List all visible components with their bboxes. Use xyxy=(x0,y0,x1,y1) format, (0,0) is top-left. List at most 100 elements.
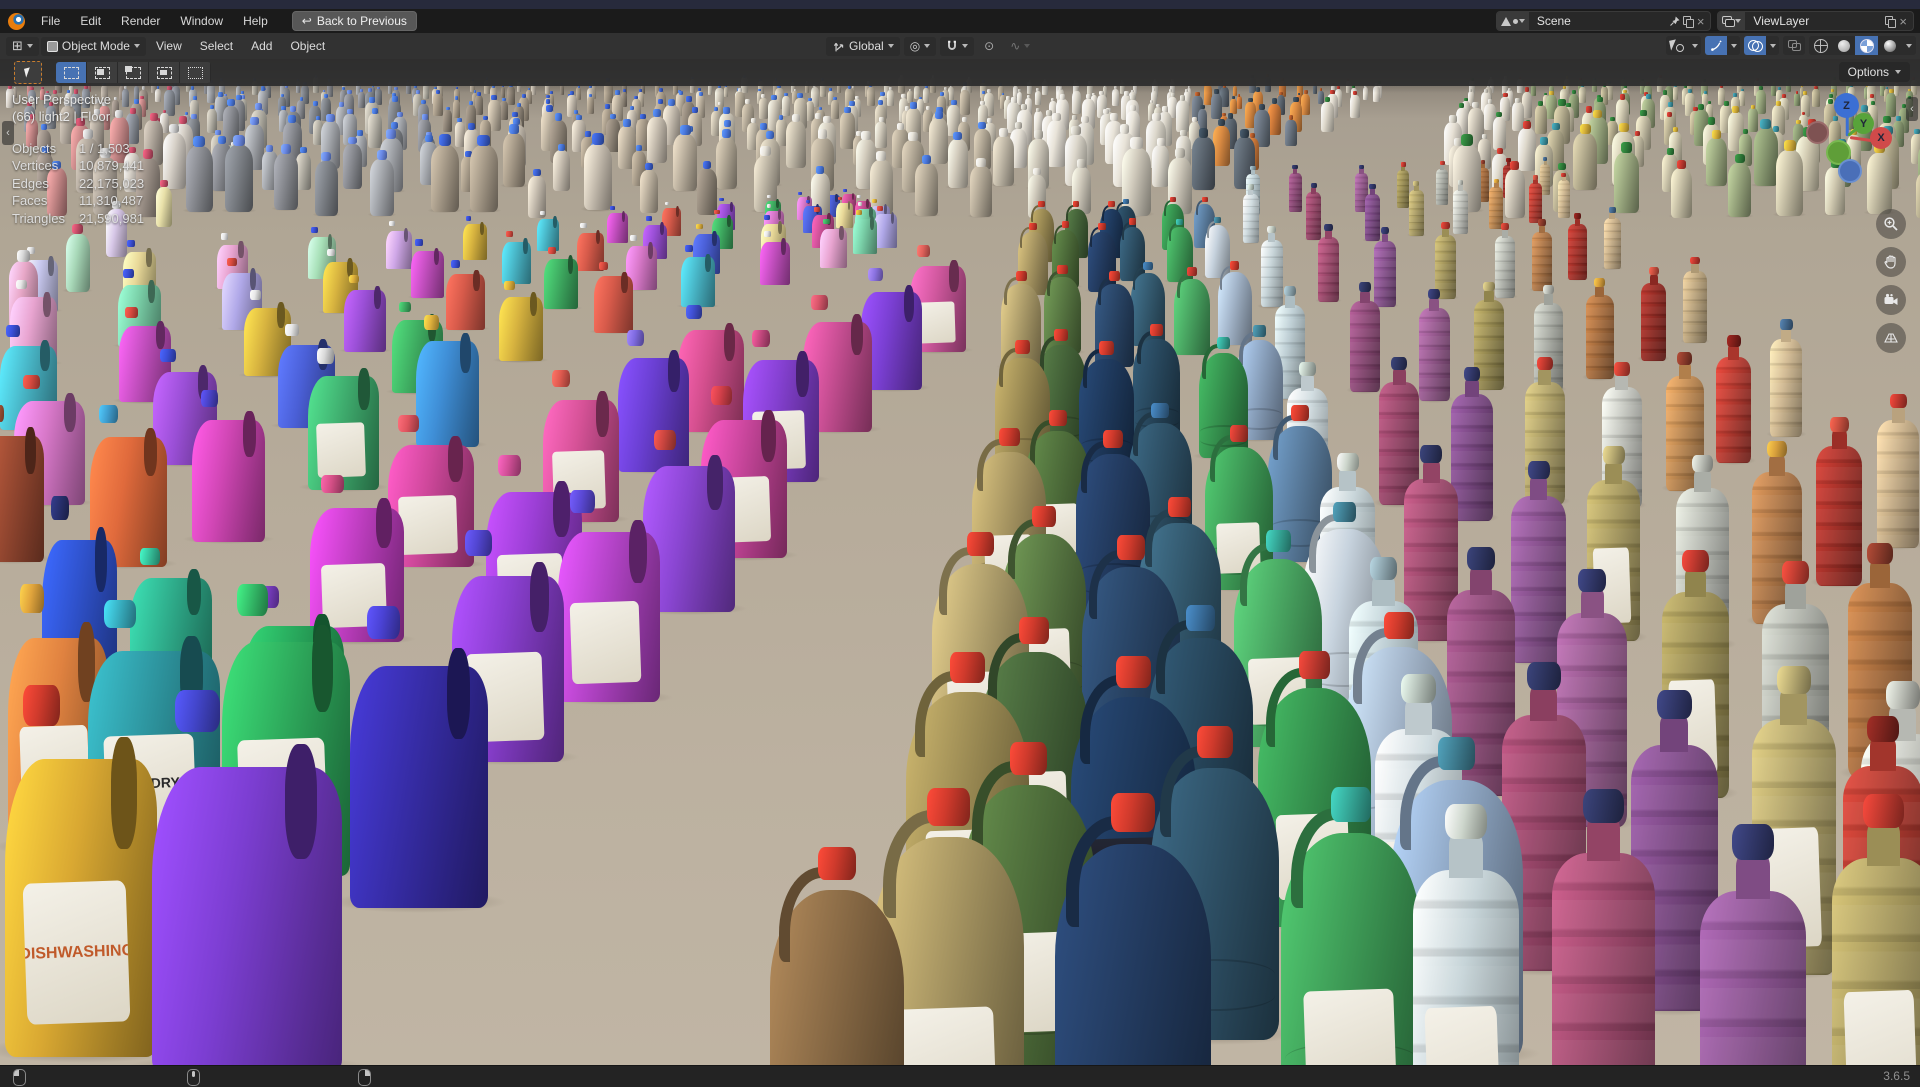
bottle[interactable] xyxy=(463,216,487,260)
bottle[interactable] xyxy=(315,152,338,216)
bottle[interactable] xyxy=(1419,288,1450,401)
bottle[interactable] xyxy=(1877,392,1919,548)
bottle[interactable] xyxy=(915,155,937,217)
bottle[interactable] xyxy=(343,137,362,189)
bottle[interactable]: DISHWASHING xyxy=(5,685,157,1057)
bottle[interactable] xyxy=(501,86,506,99)
bottle[interactable] xyxy=(1112,86,1119,106)
bottle[interactable] xyxy=(1532,219,1551,291)
bottle[interactable] xyxy=(1728,154,1751,218)
xray-toggle[interactable] xyxy=(1783,36,1805,55)
snap-toggle[interactable] xyxy=(940,37,974,56)
bottle[interactable] xyxy=(1552,785,1655,1065)
bottle[interactable] xyxy=(853,210,877,254)
bottle[interactable] xyxy=(1493,112,1507,150)
menu-add[interactable]: Add xyxy=(243,39,280,53)
bottle[interactable] xyxy=(874,206,897,248)
editor-type-button[interactable]: ⊞ xyxy=(6,37,39,56)
bottle[interactable] xyxy=(948,132,968,188)
bottle[interactable] xyxy=(640,163,658,213)
bottle[interactable] xyxy=(923,86,929,103)
bottle[interactable] xyxy=(431,134,459,212)
copy-icon[interactable] xyxy=(1885,16,1895,27)
bottle[interactable] xyxy=(1318,223,1339,302)
select-box-intersect-button[interactable] xyxy=(180,62,211,83)
bottle[interactable] xyxy=(433,90,442,116)
bottle[interactable] xyxy=(576,85,581,99)
gizmos-toggle[interactable] xyxy=(1705,36,1727,55)
viewport-scene[interactable]: LaundryLAVIDRYDISHWASHINGHD 10WDISHWASHI… xyxy=(0,59,1920,1065)
viewlayer-browse-button[interactable] xyxy=(1718,12,1745,30)
gizmo-axis-z-neg[interactable] xyxy=(1838,159,1862,183)
bottle[interactable] xyxy=(1535,101,1547,134)
gizmos-chevron[interactable] xyxy=(1727,36,1740,55)
bottle[interactable] xyxy=(1237,94,1242,109)
bottle[interactable] xyxy=(386,221,412,269)
bottle[interactable] xyxy=(1568,212,1586,279)
bottle[interactable] xyxy=(770,840,904,1065)
select-box-subtract-button[interactable] xyxy=(118,62,149,83)
navigation-gizmo[interactable]: Z Y X xyxy=(1800,85,1896,195)
bottle[interactable] xyxy=(1558,172,1570,218)
menu-object[interactable]: Object xyxy=(282,39,333,53)
bottle[interactable] xyxy=(716,129,738,189)
bottle[interactable] xyxy=(1706,130,1726,186)
shading-solid-button[interactable] xyxy=(1832,36,1855,55)
bottle[interactable] xyxy=(225,135,253,212)
bottle[interactable] xyxy=(1409,180,1424,236)
bottle[interactable] xyxy=(1794,91,1799,106)
close-icon[interactable]: × xyxy=(1695,14,1707,29)
bottle[interactable] xyxy=(192,390,265,542)
bottle[interactable] xyxy=(0,405,44,562)
bottle[interactable] xyxy=(1832,790,1920,1065)
mode-dropdown[interactable]: Object Mode xyxy=(41,37,146,56)
select-box-extend-button[interactable] xyxy=(87,62,118,83)
bottle[interactable] xyxy=(1152,138,1169,186)
bottle[interactable] xyxy=(350,606,488,908)
bottle[interactable] xyxy=(163,124,186,189)
bottle[interactable] xyxy=(411,239,443,298)
scene-name[interactable]: Scene xyxy=(1529,14,1665,28)
bottle[interactable] xyxy=(993,128,1014,186)
bottle[interactable] xyxy=(1716,334,1751,463)
bottle[interactable] xyxy=(760,231,790,286)
shading-rendered-button[interactable] xyxy=(1878,36,1901,55)
scene-browse-button[interactable] xyxy=(1497,12,1529,30)
perspective-toggle-button[interactable] xyxy=(1876,323,1906,353)
bottle[interactable] xyxy=(443,107,452,132)
bottle[interactable] xyxy=(1579,85,1586,103)
bottle[interactable] xyxy=(1243,184,1259,244)
bottle[interactable] xyxy=(1035,88,1041,104)
bottle[interactable] xyxy=(274,144,298,210)
toolbar-region-toggle[interactable]: ‹ xyxy=(2,121,14,145)
bottle[interactable] xyxy=(502,231,531,284)
bottle[interactable] xyxy=(1739,89,1745,107)
bottle[interactable] xyxy=(782,93,790,116)
select-box-new-button[interactable] xyxy=(56,62,87,83)
bottle[interactable] xyxy=(594,262,633,333)
bottle[interactable] xyxy=(960,86,970,115)
viewlayer-name[interactable]: ViewLayer xyxy=(1745,14,1881,28)
gizmo-axis-y[interactable]: Y xyxy=(1853,113,1874,134)
pivot-point-dropdown[interactable]: ◎ xyxy=(904,37,936,56)
bottle[interactable] xyxy=(1436,161,1448,205)
shading-chevron[interactable] xyxy=(1901,36,1916,55)
bottle[interactable] xyxy=(1604,207,1621,270)
bottle[interactable] xyxy=(1192,128,1214,190)
bottle[interactable] xyxy=(607,206,628,243)
bottle[interactable] xyxy=(1285,115,1296,146)
bottle[interactable] xyxy=(500,98,508,120)
bottle[interactable] xyxy=(370,150,394,216)
bottle[interactable] xyxy=(1213,119,1230,166)
scene-selector[interactable]: Scene × xyxy=(1496,11,1712,31)
select-box-invert-button[interactable] xyxy=(149,62,180,83)
gizmo-axis-x-neg[interactable] xyxy=(1806,121,1829,144)
bottle[interactable] xyxy=(186,136,213,212)
pan-button[interactable] xyxy=(1876,247,1906,277)
active-tool-tweak-button[interactable] xyxy=(14,61,42,84)
sidebar-region-toggle[interactable]: ‹ xyxy=(1906,97,1918,121)
bottle[interactable] xyxy=(1413,800,1518,1065)
bottle[interactable] xyxy=(207,105,217,133)
bottle[interactable] xyxy=(1289,164,1302,212)
bottle[interactable] xyxy=(66,224,90,292)
